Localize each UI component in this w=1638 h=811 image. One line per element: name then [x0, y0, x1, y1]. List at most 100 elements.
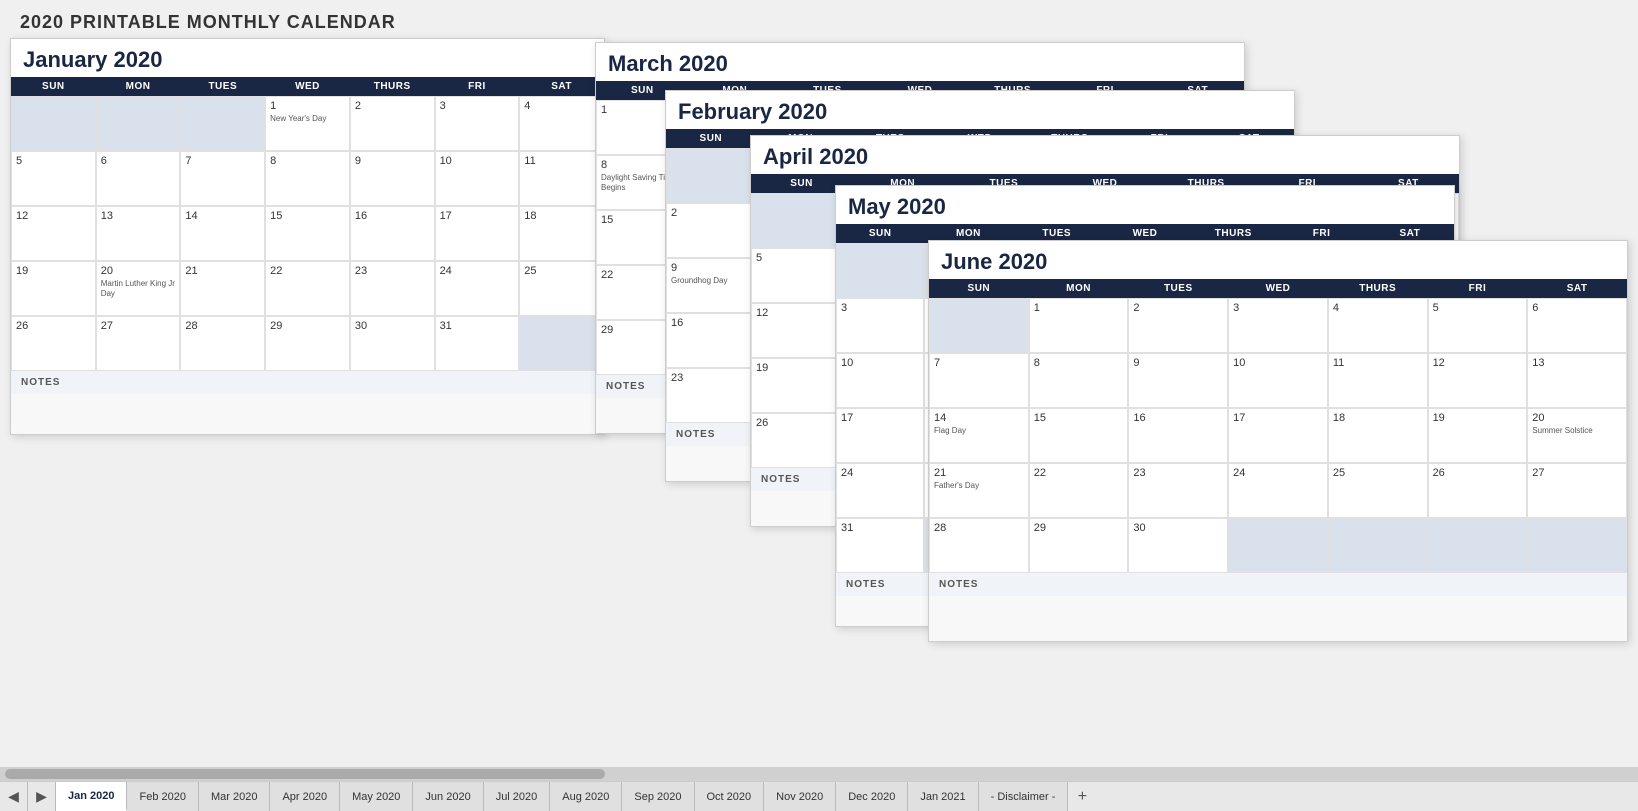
table-row: 21	[180, 261, 265, 316]
table-row: 28	[929, 518, 1029, 573]
jan-hdr-thu: THURS	[350, 77, 435, 96]
jan-notes-area	[11, 394, 604, 434]
tab-scroll-left[interactable]: ◀	[0, 782, 28, 811]
tab-scroll-right[interactable]: ▶	[28, 782, 56, 811]
table-row: 14	[180, 206, 265, 261]
table-row: 30	[350, 316, 435, 371]
jan-hdr-sun: SUN	[11, 77, 96, 96]
table-row: 19	[11, 261, 96, 316]
tab-jan-2020[interactable]: Jan 2020	[56, 782, 127, 811]
jun-notes: NOTES	[929, 573, 1627, 596]
table-row: 9Groundhog Day	[666, 258, 756, 313]
table-row: 4	[1328, 298, 1428, 353]
table-row: 26	[11, 316, 96, 371]
table-row: 23	[1128, 463, 1228, 518]
tab-apr-2020[interactable]: Apr 2020	[270, 782, 340, 811]
table-row: 6	[96, 151, 181, 206]
table-row	[519, 316, 604, 371]
tab-dec-2020[interactable]: Dec 2020	[836, 782, 908, 811]
may-title: May 2020	[836, 186, 1454, 224]
jan-header: SUN MON TUES WED THURS FRI SAT	[11, 77, 604, 96]
jan-hdr-mon: MON	[96, 77, 181, 96]
tab-aug-2020[interactable]: Aug 2020	[550, 782, 622, 811]
table-row	[1328, 518, 1428, 573]
scroll-thumb[interactable]	[5, 769, 605, 779]
table-row: 31	[435, 316, 520, 371]
table-row: 13	[96, 206, 181, 261]
table-row: 6	[1527, 298, 1627, 353]
tab-jan-2021[interactable]: Jan 2021	[908, 782, 978, 811]
table-row: 16	[666, 313, 756, 368]
table-row: 1	[1029, 298, 1129, 353]
table-row: 8	[265, 151, 350, 206]
table-row: 21Father's Day	[929, 463, 1029, 518]
table-row	[96, 96, 181, 151]
tab-jun-2020[interactable]: Jun 2020	[413, 782, 483, 811]
table-row: 15	[1029, 408, 1129, 463]
table-row: 20Summer Solstice	[1527, 408, 1627, 463]
table-row: 25	[519, 261, 604, 316]
tab-jul-2020[interactable]: Jul 2020	[484, 782, 551, 811]
jun-header: SUN MON TUES WED THURS FRI SAT	[929, 279, 1627, 298]
tab-may-2020[interactable]: May 2020	[340, 782, 413, 811]
jan-hdr-tue: TUES	[180, 77, 265, 96]
table-row: 10	[1228, 353, 1328, 408]
table-row: 24	[1228, 463, 1328, 518]
table-row: 3	[836, 298, 924, 353]
table-row: 17	[836, 408, 924, 463]
table-row: 30	[1128, 518, 1228, 573]
table-row: 2	[666, 203, 756, 258]
tab-mar-2020[interactable]: Mar 2020	[199, 782, 270, 811]
table-row: 4	[519, 96, 604, 151]
table-row: 29	[1029, 518, 1129, 573]
table-row: 22	[1029, 463, 1129, 518]
table-row: 3	[1228, 298, 1328, 353]
table-row: 16	[1128, 408, 1228, 463]
table-row: 7	[180, 151, 265, 206]
table-row: 15	[265, 206, 350, 261]
table-row: 5	[1428, 298, 1528, 353]
mar-title: March 2020	[596, 43, 1244, 81]
calendar-june: June 2020 SUN MON TUES WED THURS FRI SAT…	[928, 240, 1628, 642]
table-row: 3	[435, 96, 520, 151]
table-row: 27	[96, 316, 181, 371]
table-row: 14Flag Day	[929, 408, 1029, 463]
table-row: 20Martin Luther King Jr Day	[96, 261, 181, 316]
page-title: 2020 PRINTABLE MONTHLY CALENDAR	[0, 0, 1638, 37]
tab-add-button[interactable]: +	[1068, 782, 1096, 811]
table-row: 23	[350, 261, 435, 316]
jan-grid: 1New Year's Day 2 3 4 5 6 7 8 9 10 11 12…	[11, 96, 604, 371]
table-row	[1428, 518, 1528, 573]
table-row: 8	[1029, 353, 1129, 408]
jan-title: January 2020	[11, 39, 604, 77]
table-row: 17	[435, 206, 520, 261]
table-row: 7	[929, 353, 1029, 408]
tab-oct-2020[interactable]: Oct 2020	[695, 782, 765, 811]
table-row: 12	[11, 206, 96, 261]
tab-sep-2020[interactable]: Sep 2020	[622, 782, 694, 811]
table-row	[929, 298, 1029, 353]
table-row: 27	[1527, 463, 1627, 518]
tab-nov-2020[interactable]: Nov 2020	[764, 782, 836, 811]
table-row	[1527, 518, 1627, 573]
table-row: 2	[350, 96, 435, 151]
table-row: 11	[1328, 353, 1428, 408]
main-container: 2020 PRINTABLE MONTHLY CALENDAR January …	[0, 0, 1638, 811]
jan-hdr-sat: SAT	[519, 77, 604, 96]
table-row	[180, 96, 265, 151]
table-row	[666, 148, 756, 203]
tab-bar: ◀ ▶ Jan 2020 Feb 2020 Mar 2020 Apr 2020 …	[0, 781, 1638, 811]
table-row: 5	[11, 151, 96, 206]
table-row: 23	[666, 368, 756, 423]
tab-feb-2020[interactable]: Feb 2020	[127, 782, 198, 811]
table-row: 13	[1527, 353, 1627, 408]
horizontal-scrollbar[interactable]	[0, 767, 1638, 781]
apr-title: April 2020	[751, 136, 1459, 174]
tab-disclaimer[interactable]: - Disclaimer -	[979, 782, 1069, 811]
jun-title: June 2020	[929, 241, 1627, 279]
table-row: 1New Year's Day	[265, 96, 350, 151]
calendar-january: January 2020 SUN MON TUES WED THURS FRI …	[10, 38, 605, 435]
table-row	[11, 96, 96, 151]
table-row: 18	[519, 206, 604, 261]
table-row: 2	[1128, 298, 1228, 353]
